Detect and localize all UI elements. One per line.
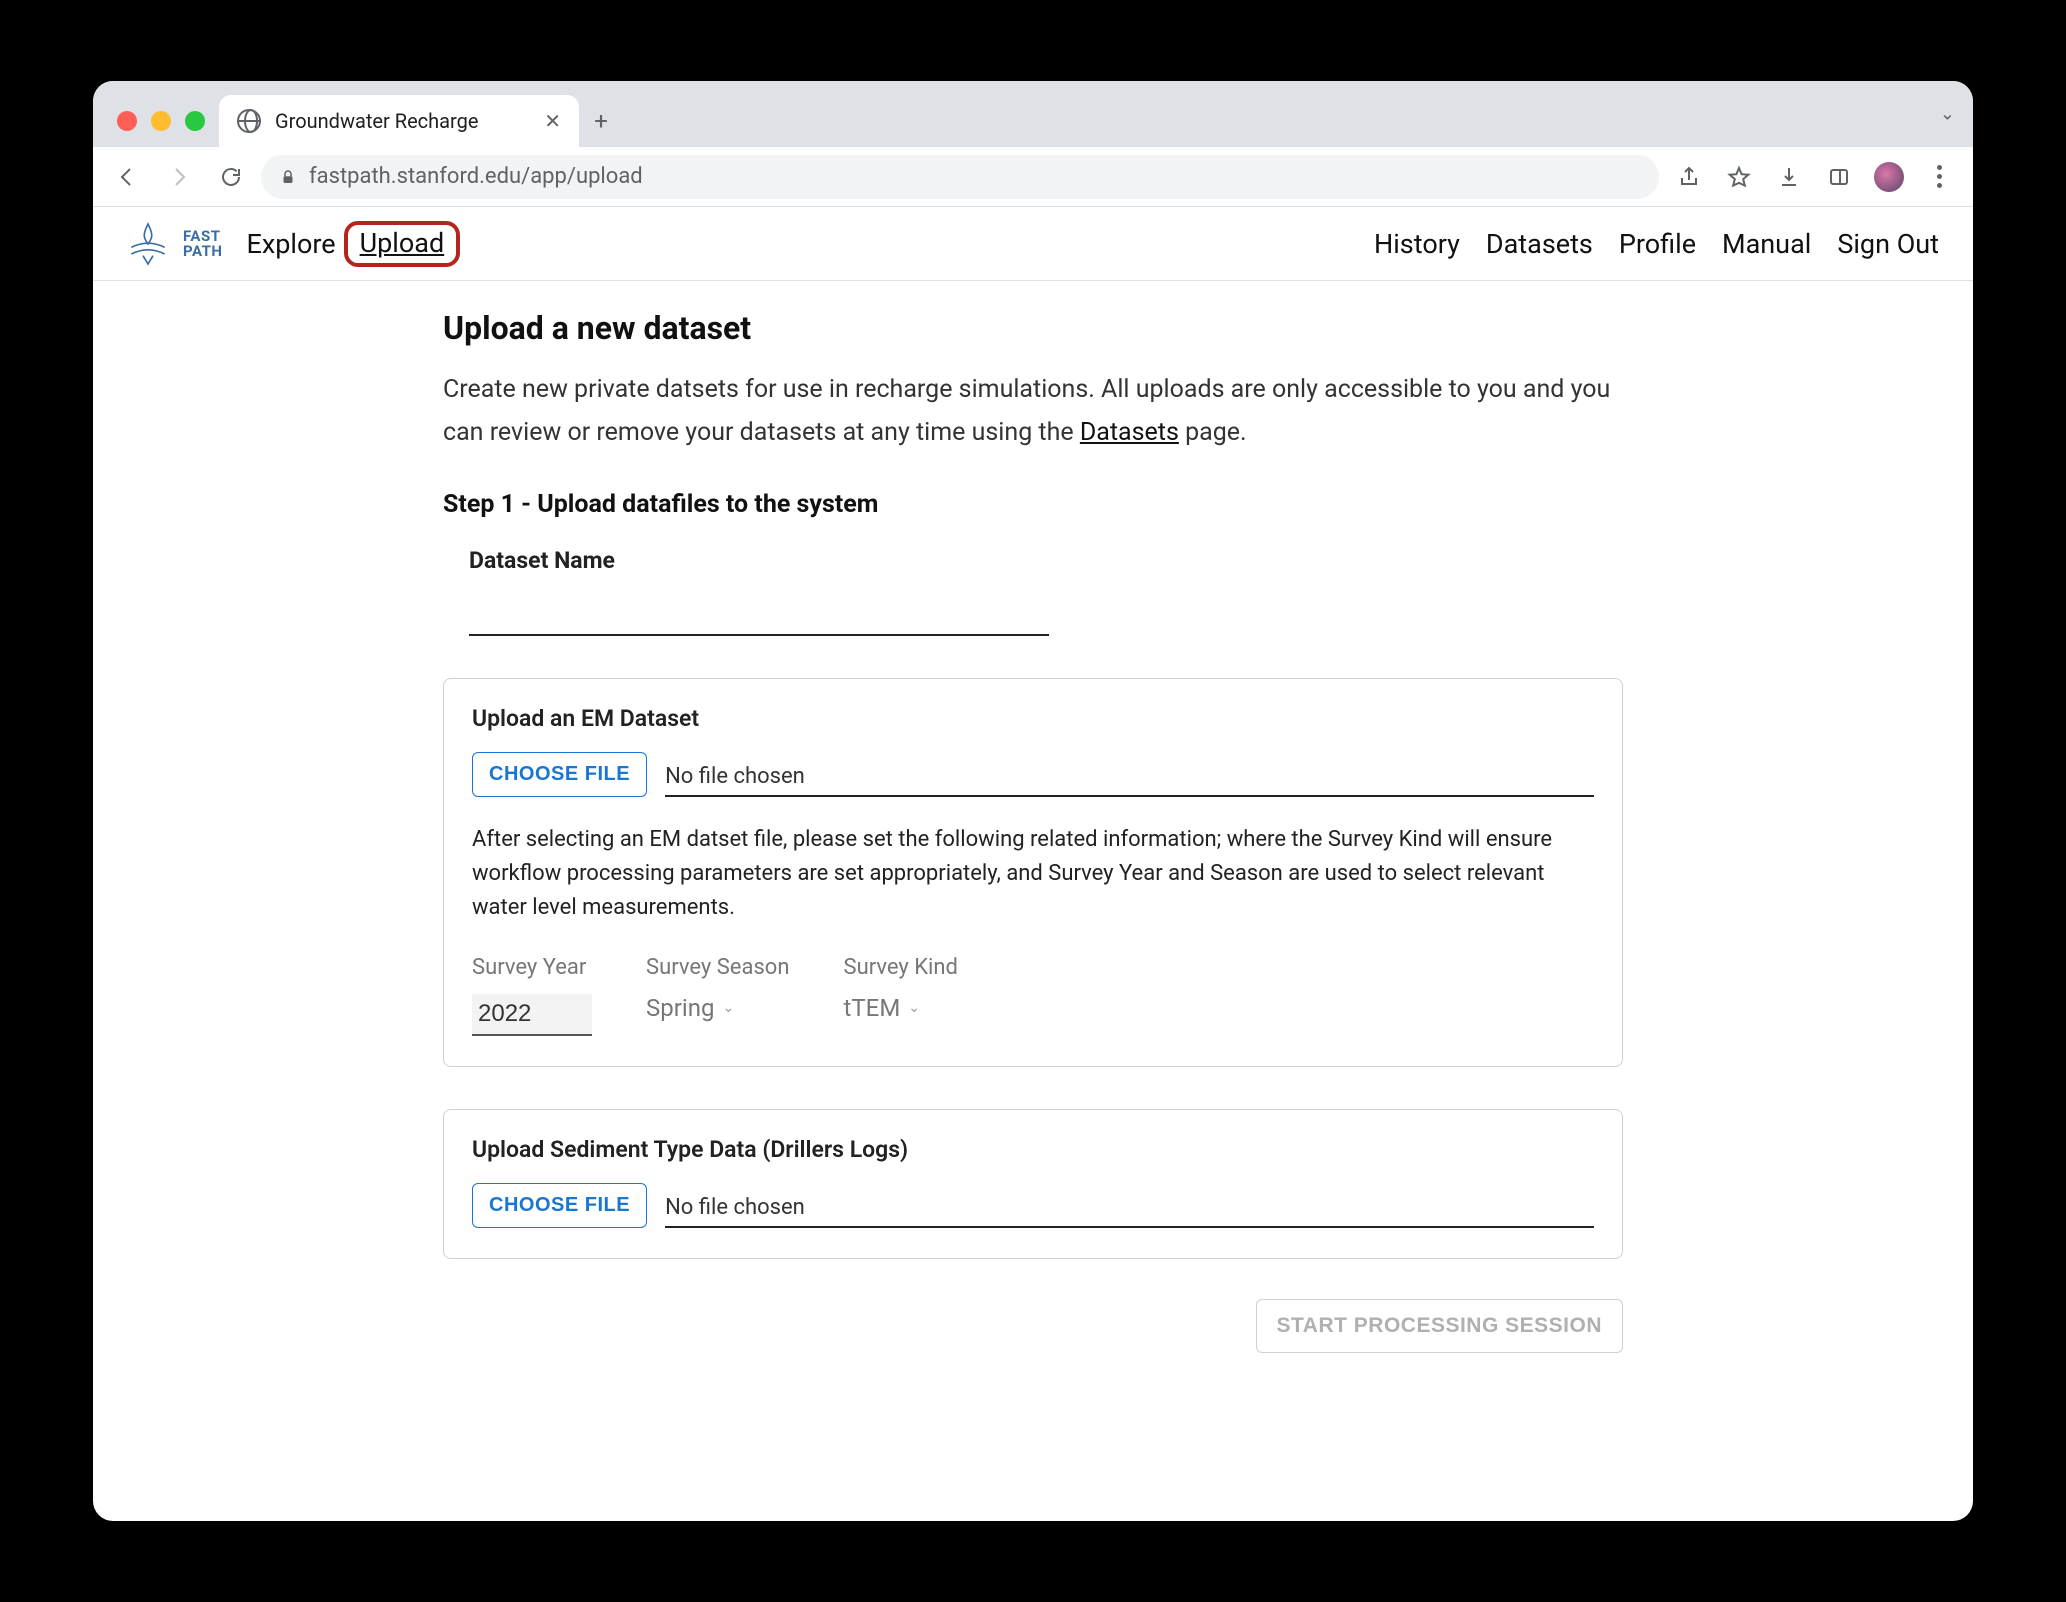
globe-icon bbox=[237, 109, 261, 133]
address-bar[interactable]: fastpath.stanford.edu/app/upload bbox=[261, 155, 1659, 199]
menu-button[interactable] bbox=[1917, 155, 1961, 199]
tab-title: Groundwater Recharge bbox=[275, 109, 478, 133]
browser-tab[interactable]: Groundwater Recharge ✕ bbox=[219, 95, 579, 147]
panel-icon[interactable] bbox=[1817, 155, 1861, 199]
dataset-name-label: Dataset Name bbox=[469, 547, 1623, 574]
toolbar-right bbox=[1667, 155, 1961, 199]
sediment-choose-file-button[interactable]: CHOOSE FILE bbox=[472, 1183, 647, 1228]
window-close-button[interactable] bbox=[117, 111, 137, 131]
browser-window: Groundwater Recharge ✕ + ⌄ fastpath.stan… bbox=[93, 81, 1973, 1521]
chevron-down-icon: ⌄ bbox=[908, 1000, 920, 1016]
survey-season-select[interactable]: Spring ⌄ bbox=[646, 994, 790, 1022]
nav-upload[interactable]: Upload bbox=[356, 221, 449, 265]
app-navbar: FAST PATH Explore Upload History Dataset… bbox=[93, 207, 1973, 281]
survey-kind-select[interactable]: tTEM ⌄ bbox=[844, 994, 958, 1022]
nav-left: Explore Upload bbox=[243, 221, 461, 267]
reload-button[interactable] bbox=[209, 155, 253, 199]
close-icon[interactable]: ✕ bbox=[544, 109, 561, 133]
share-icon[interactable] bbox=[1667, 155, 1711, 199]
nav-datasets[interactable]: Datasets bbox=[1482, 222, 1597, 266]
datasets-link[interactable]: Datasets bbox=[1080, 418, 1179, 447]
avatar bbox=[1874, 162, 1904, 192]
nav-right: History Datasets Profile Manual Sign Out bbox=[1370, 222, 1943, 266]
app-logo[interactable]: FAST PATH bbox=[123, 219, 223, 269]
star-icon[interactable] bbox=[1717, 155, 1761, 199]
em-file-field[interactable]: No file chosen bbox=[665, 757, 1594, 797]
url-text: fastpath.stanford.edu/app/upload bbox=[309, 164, 643, 189]
nav-history[interactable]: History bbox=[1370, 222, 1464, 266]
new-tab-button[interactable]: + bbox=[579, 95, 623, 147]
forward-button[interactable] bbox=[157, 155, 201, 199]
survey-year-label: Survey Year bbox=[472, 955, 592, 980]
download-icon[interactable] bbox=[1767, 155, 1811, 199]
em-file-text: No file chosen bbox=[665, 764, 805, 789]
nav-profile[interactable]: Profile bbox=[1615, 222, 1700, 266]
dataset-name-input[interactable] bbox=[469, 592, 1049, 636]
chevron-down-icon: ⌄ bbox=[722, 1000, 734, 1016]
nav-signout[interactable]: Sign Out bbox=[1833, 222, 1943, 266]
window-zoom-button[interactable] bbox=[185, 111, 205, 131]
window-minimize-button[interactable] bbox=[151, 111, 171, 131]
nav-manual[interactable]: Manual bbox=[1718, 222, 1815, 266]
em-choose-file-button[interactable]: CHOOSE FILE bbox=[472, 752, 647, 797]
survey-kind-label: Survey Kind bbox=[844, 955, 958, 980]
logo-text: FAST PATH bbox=[183, 229, 223, 259]
highlight-annotation: Upload bbox=[344, 221, 461, 267]
start-processing-button[interactable]: START PROCESSING SESSION bbox=[1256, 1299, 1624, 1353]
nav-explore[interactable]: Explore bbox=[243, 222, 340, 266]
profile-avatar[interactable] bbox=[1867, 155, 1911, 199]
em-card-title: Upload an EM Dataset bbox=[472, 705, 1594, 732]
em-card-desc: After selecting an EM datset file, pleas… bbox=[472, 823, 1594, 925]
lock-icon bbox=[279, 168, 297, 186]
page-title: Upload a new dataset bbox=[443, 309, 1623, 347]
browser-tab-strip: Groundwater Recharge ✕ + ⌄ bbox=[93, 81, 1973, 147]
chevron-down-icon[interactable]: ⌄ bbox=[1940, 104, 1955, 125]
intro-text: Create new private datsets for use in re… bbox=[443, 369, 1623, 454]
page-content: Upload a new dataset Create new private … bbox=[93, 281, 1973, 1521]
sediment-file-text: No file chosen bbox=[665, 1195, 805, 1220]
back-button[interactable] bbox=[105, 155, 149, 199]
sediment-file-field[interactable]: No file chosen bbox=[665, 1188, 1594, 1228]
em-dataset-card: Upload an EM Dataset CHOOSE FILE No file… bbox=[443, 678, 1623, 1067]
logo-icon bbox=[123, 219, 173, 269]
sediment-card: Upload Sediment Type Data (Drillers Logs… bbox=[443, 1109, 1623, 1259]
survey-season-label: Survey Season bbox=[646, 955, 790, 980]
window-controls bbox=[103, 111, 219, 147]
survey-year-input[interactable] bbox=[472, 994, 592, 1036]
browser-toolbar: fastpath.stanford.edu/app/upload bbox=[93, 147, 1973, 207]
sediment-card-title: Upload Sediment Type Data (Drillers Logs… bbox=[472, 1136, 1594, 1163]
step-heading: Step 1 - Upload datafiles to the system bbox=[443, 490, 1623, 519]
